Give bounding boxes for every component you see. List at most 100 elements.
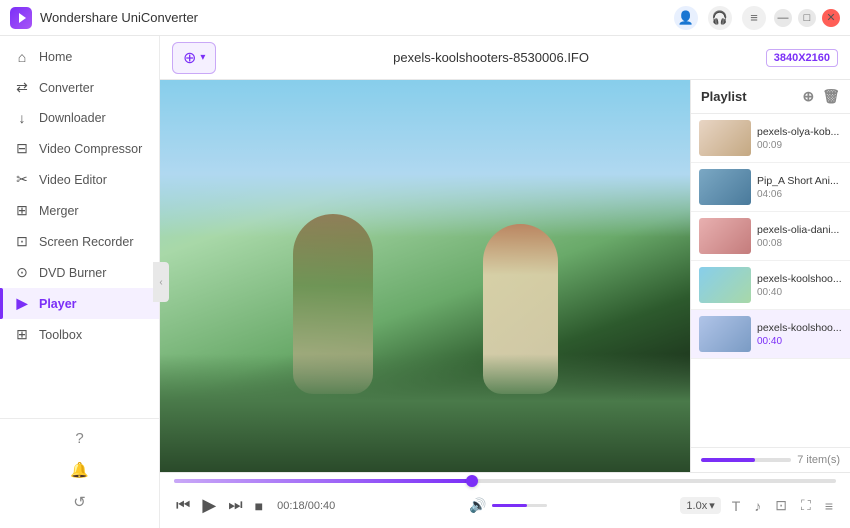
playlist-item-duration: 00:40	[757, 287, 842, 298]
playlist-header: Playlist ⊕ 🗑	[691, 80, 850, 114]
playlist-item[interactable]: pexels-olia-dani... 00:08	[691, 212, 850, 261]
playlist-items: pexels-olya-kob... 00:09 Pip_A Short Ani…	[691, 114, 850, 447]
caption-button[interactable]: T	[729, 496, 744, 516]
sidebar-icon-converter: ⇄	[14, 79, 30, 96]
add-icon: ⊕	[183, 48, 196, 68]
hamburger-icon[interactable]: ≡	[742, 6, 766, 30]
sidebar-label-screen-recorder: Screen Recorder	[39, 235, 134, 249]
speed-button[interactable]: 1.0x ▾	[680, 497, 720, 514]
sidebar-item-downloader[interactable]: ↓ Downloader	[0, 103, 159, 133]
volume-slider[interactable]	[492, 504, 547, 507]
prev-button[interactable]: ⏮	[174, 495, 192, 517]
sidebar-icon-video-editor: ✂	[14, 171, 30, 188]
sidebar-label-video-editor: Video Editor	[39, 173, 107, 187]
app-logo	[10, 7, 32, 29]
seek-bar[interactable]	[174, 479, 836, 483]
titlebar: Wondershare UniConverter 👤 🎧 ≡ — □ ✕	[0, 0, 850, 36]
playlist-item[interactable]: pexels-koolshoo... 00:40	[691, 310, 850, 359]
add-file-button[interactable]: ⊕ ▾	[172, 42, 216, 74]
sidebar-nav: ⌂ Home ⇄ Converter ↓ Downloader ⊟ Video …	[0, 42, 159, 350]
sidebar-item-video-editor[interactable]: ✂ Video Editor	[0, 164, 159, 195]
volume-fill	[492, 504, 528, 507]
playlist-item-duration: 00:40	[757, 336, 842, 347]
sidebar-label-home: Home	[39, 50, 72, 64]
playlist-item-info: pexels-olya-kob... 00:09	[757, 126, 842, 151]
user-icon[interactable]: 👤	[674, 6, 698, 30]
next-frame-button[interactable]: ⏭	[226, 495, 244, 517]
playlist-thumb	[699, 218, 751, 254]
sidebar-collapse-handle[interactable]: ‹	[153, 262, 169, 302]
sidebar-icon-toolbox: ⊞	[14, 326, 30, 343]
sidebar-item-dvd-burner[interactable]: ⊙ DVD Burner	[0, 257, 159, 288]
playlist-item-info: pexels-olia-dani... 00:08	[757, 224, 842, 249]
sidebar-label-downloader: Downloader	[39, 111, 106, 125]
playlist-item-name: pexels-olia-dani...	[757, 224, 842, 236]
add-button-chevron: ▾	[200, 52, 205, 63]
play-button[interactable]: ▶	[200, 493, 218, 518]
controls-row: ⏮ ▶ ⏭ ■ 00:18/00:40 🔊 1.0x ▾	[160, 483, 850, 528]
sidebar-label-player: Player	[39, 297, 77, 311]
sidebar-icon-merger: ⊞	[14, 202, 30, 219]
sidebar-item-merger[interactable]: ⊞ Merger	[0, 195, 159, 226]
playlist-item-info: Pip_A Short Ani... 04:06	[757, 175, 842, 200]
headphone-icon[interactable]: 🎧	[708, 6, 732, 30]
grass-overlay	[160, 354, 690, 472]
notification-icon[interactable]: 🔔	[67, 458, 92, 482]
sidebar-icon-home: ⌂	[14, 49, 30, 65]
speed-label: 1.0x	[686, 500, 707, 512]
playlist-item-info: pexels-koolshoo... 00:40	[757, 322, 842, 347]
sidebar-item-screen-recorder[interactable]: ⊡ Screen Recorder	[0, 226, 159, 257]
resolution-badge: 3840X2160	[766, 49, 838, 67]
playlist-item-duration: 00:08	[757, 238, 842, 249]
sidebar-icon-screen-recorder: ⊡	[14, 233, 30, 250]
audio-button[interactable]: ♪	[751, 496, 764, 516]
close-button[interactable]: ✕	[822, 9, 840, 27]
playlist-progress-bar	[701, 458, 791, 462]
sidebar-item-toolbox[interactable]: ⊞ Toolbox	[0, 319, 159, 350]
video-player[interactable]	[160, 80, 690, 472]
playlist-thumb	[699, 120, 751, 156]
fullscreen-button[interactable]: ⛶	[798, 495, 814, 516]
sidebar-icon-player: ▶	[14, 295, 30, 312]
player-controls: ⏮ ▶ ⏭ ■ 00:18/00:40 🔊 1.0x ▾	[160, 472, 850, 528]
sidebar-item-player[interactable]: ▶ Player	[0, 288, 159, 319]
time-current: 00:18	[277, 500, 305, 512]
volume-icon[interactable]: 🔊	[469, 497, 486, 514]
playlist-delete-icon[interactable]: 🗑	[822, 88, 840, 105]
playlist-add-icon[interactable]: ⊕	[802, 88, 814, 105]
sidebar-icon-video-compressor: ⊟	[14, 140, 30, 157]
screenshot-button[interactable]: ⊡	[772, 495, 790, 516]
playlist-item[interactable]: pexels-koolshoo... 00:40	[691, 261, 850, 310]
sky-overlay	[160, 80, 690, 237]
player-topbar: ⊕ ▾ pexels-koolshooters-8530006.IFO 3840…	[160, 36, 850, 80]
playlist-item-name: pexels-koolshoo...	[757, 322, 842, 334]
more-options-button[interactable]: ≡	[822, 496, 836, 516]
help-icon[interactable]: ?	[72, 427, 86, 450]
feedback-icon[interactable]: ↺	[70, 490, 89, 514]
window-controls: — □ ✕	[774, 9, 840, 27]
minimize-button[interactable]: —	[774, 9, 792, 27]
playlist-item-name: Pip_A Short Ani...	[757, 175, 842, 187]
sidebar-label-merger: Merger	[39, 204, 79, 218]
stop-button[interactable]: ■	[253, 496, 265, 516]
sidebar-item-video-compressor[interactable]: ⊟ Video Compressor	[0, 133, 159, 164]
speed-chevron: ▾	[709, 499, 715, 512]
playlist-item-name: pexels-koolshoo...	[757, 273, 842, 285]
maximize-button[interactable]: □	[798, 9, 816, 27]
player-row: Playlist ⊕ 🗑 pexels-olya-kob... 00:09 Pi…	[160, 80, 850, 472]
sidebar-item-converter[interactable]: ⇄ Converter	[0, 72, 159, 103]
content-area: ⊕ ▾ pexels-koolshooters-8530006.IFO 3840…	[160, 36, 850, 528]
playlist-item[interactable]: Pip_A Short Ani... 04:06	[691, 163, 850, 212]
playlist-thumb	[699, 316, 751, 352]
sidebar-icon-downloader: ↓	[14, 110, 30, 126]
playlist-thumb	[699, 267, 751, 303]
app-body: ⌂ Home ⇄ Converter ↓ Downloader ⊟ Video …	[0, 36, 850, 528]
progress-fill	[174, 479, 472, 483]
sidebar-bottom-icons: ? 🔔 ↺	[0, 418, 159, 522]
app-title: Wondershare UniConverter	[40, 10, 674, 25]
sidebar-item-home[interactable]: ⌂ Home	[0, 42, 159, 72]
sidebar: ⌂ Home ⇄ Converter ↓ Downloader ⊟ Video …	[0, 36, 160, 528]
progress-thumb[interactable]	[466, 475, 478, 487]
playlist-item[interactable]: pexels-olya-kob... 00:09	[691, 114, 850, 163]
playlist-footer: 7 item(s)	[691, 447, 850, 472]
